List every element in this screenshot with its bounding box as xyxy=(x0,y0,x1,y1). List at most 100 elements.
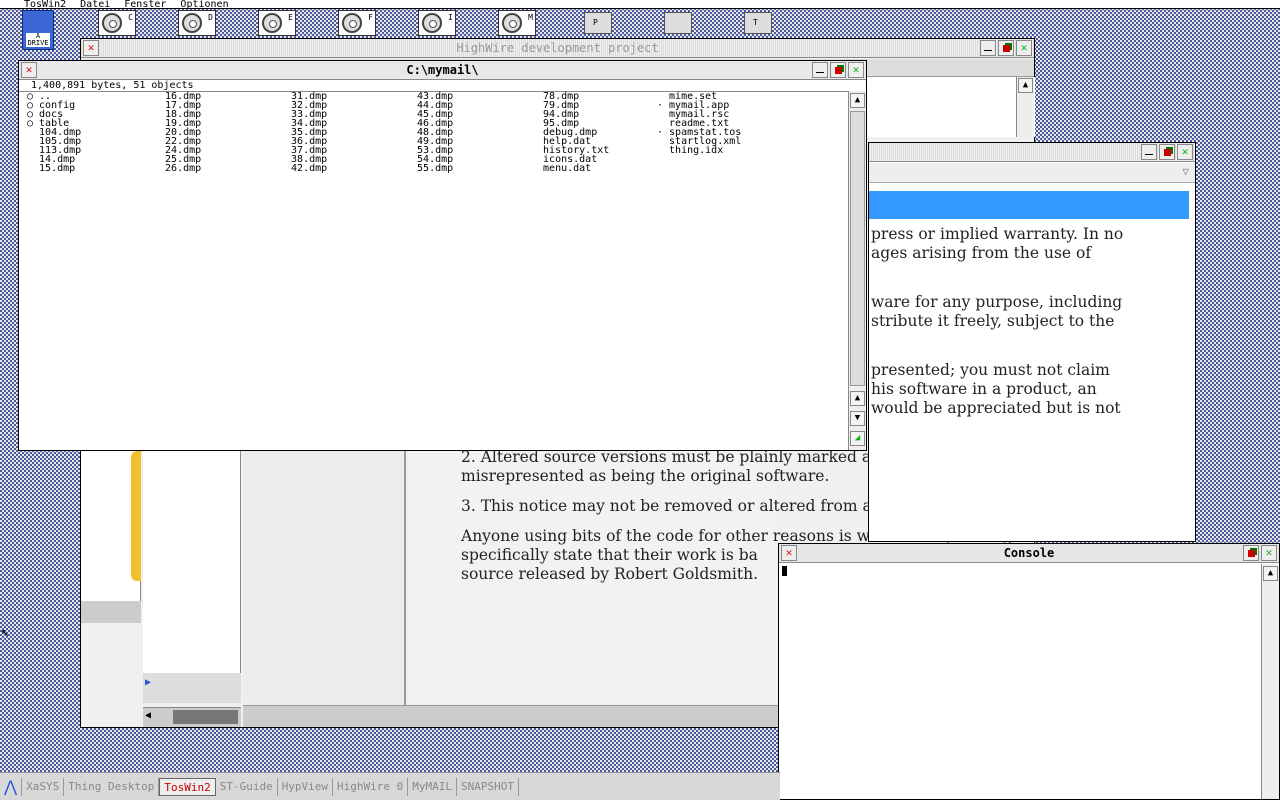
license-toolbar: ▽ xyxy=(869,163,1195,183)
taskbar-item[interactable]: ST-Guide xyxy=(216,777,278,796)
frame-nav: ▶ xyxy=(143,451,241,703)
printer-icon[interactable] xyxy=(664,12,692,34)
file-item[interactable]: 55.dmp xyxy=(405,164,531,174)
frame-nav-footer xyxy=(143,673,241,703)
iconify-all-icon[interactable] xyxy=(830,62,846,78)
file-item[interactable]: menu.dat xyxy=(531,164,657,174)
license-line: stribute it freely, subject to the xyxy=(871,312,1115,330)
file-item[interactable]: 15.dmp xyxy=(27,164,153,174)
highwire-titlebar[interactable]: HighWire development project xyxy=(81,39,1034,58)
scroll-up-icon[interactable]: ▲ xyxy=(1263,566,1278,581)
selection-bar xyxy=(869,191,1189,219)
taskbar: ⋀ XaSYS Thing Desktop TosWin2 ST-Guide HypVi… xyxy=(0,772,780,800)
scroll-down-icon[interactable]: ▼ xyxy=(850,411,865,426)
scroll-thumb[interactable] xyxy=(173,710,238,724)
hscroll-nav[interactable]: ◀ xyxy=(143,707,241,727)
iconify-icon[interactable] xyxy=(980,40,996,56)
taskbar-item[interactable]: XaSYS xyxy=(22,777,65,796)
scroll-up-icon[interactable]: ▲ xyxy=(1018,78,1033,93)
drive-letter: E xyxy=(288,13,293,22)
window-title: C:\mymail\ xyxy=(406,63,479,77)
frame-middle xyxy=(243,451,406,705)
license-line: press or implied warranty. In no xyxy=(871,225,1124,243)
taskbar-item[interactable]: MyMAIL xyxy=(408,777,458,796)
file-column: ○ .. ○ config ○ docs ○ table 104.dmp 105.dm… xyxy=(27,92,153,174)
file-column: 43.dmp 44.dmp 45.dmp 46.dmp 48.dmp 49.dm… xyxy=(405,92,531,174)
file-column: 16.dmp 17.dmp 18.dmp 19.dmp 20.dmp 22.dm… xyxy=(153,92,279,174)
menu-optionen[interactable]: Optionen xyxy=(180,0,228,8)
hard-disk-icon[interactable]: F xyxy=(338,10,376,36)
printer-icon[interactable]: P xyxy=(584,12,612,34)
vscroll-console[interactable]: ▲ xyxy=(1261,564,1279,799)
atari-logo-icon[interactable]: ⋀ xyxy=(0,777,23,796)
file-info: 1,400,891 bytes, 51 objects xyxy=(31,80,194,91)
taskbar-item[interactable]: HypView xyxy=(278,777,334,796)
iconify-icon[interactable] xyxy=(1141,144,1157,160)
console-titlebar[interactable]: Console xyxy=(779,544,1279,563)
drive-letter: I xyxy=(448,13,453,22)
fuller-icon[interactable]: ✕ xyxy=(848,62,864,78)
fuller-icon[interactable]: ✕ xyxy=(1261,545,1277,561)
window-title: Console xyxy=(1003,546,1055,560)
iconify-all-icon[interactable] xyxy=(998,40,1014,56)
drive-letter: T xyxy=(753,18,758,27)
file-column: 31.dmp 32.dmp 33.dmp 34.dmp 35.dmp 36.dm… xyxy=(279,92,405,174)
hard-disk-icon[interactable]: E xyxy=(258,10,296,36)
drive-letter: F xyxy=(368,13,373,22)
close-icon[interactable]: ✕ xyxy=(21,62,37,78)
fuller-icon[interactable]: ✕ xyxy=(1016,40,1032,56)
dropdown-icon[interactable]: ▽ xyxy=(1182,165,1189,178)
floppy-drive-icon[interactable]: A DRIVE xyxy=(22,10,54,50)
vscroll-file[interactable]: ▲ ▲ ▼ ◢ xyxy=(848,91,866,450)
drive-letter: D xyxy=(208,13,213,22)
mouse-pointer-icon: ↖ xyxy=(1,624,10,640)
logo-fragment xyxy=(131,451,141,581)
hard-disk-icon[interactable]: D xyxy=(178,10,216,36)
close-icon[interactable]: ✕ xyxy=(781,545,797,561)
taskbar-item[interactable]: Thing Desktop xyxy=(64,777,160,796)
menu-fenster[interactable]: Fenster xyxy=(124,0,166,8)
vscroll-top-right[interactable]: ▲ xyxy=(1016,77,1034,137)
iconify-all-icon[interactable] xyxy=(1243,545,1259,561)
file-item[interactable]: thing.idx xyxy=(657,146,783,156)
menu-toswin2[interactable]: TosWin2 xyxy=(24,0,66,8)
file-column: 78.dmp 79.dmp 94.dmp 95.dmp debug.dmp he… xyxy=(531,92,657,174)
hscroll-main[interactable] xyxy=(243,705,778,727)
license-window: ✕ ▽ press or implied warranty. In no age… xyxy=(868,142,1196,542)
license-line: ware for any purpose, including xyxy=(871,293,1123,311)
menu-datei[interactable]: Datei xyxy=(80,0,110,8)
license-line: would be appreciated but is not xyxy=(871,399,1121,417)
taskbar-item[interactable]: HighWire 0 xyxy=(333,777,409,796)
iconify-all-icon[interactable] xyxy=(1159,144,1175,160)
drive-letter: C xyxy=(128,13,133,22)
scroll-up-icon[interactable]: ▲ xyxy=(850,93,865,108)
scroll-left-icon[interactable]: ◀ xyxy=(145,710,151,721)
resize-icon[interactable]: ◢ xyxy=(850,431,865,446)
fuller-icon[interactable]: ✕ xyxy=(1177,144,1193,160)
desktop: { "menubar": {"items": ["TosWin2", "Date… xyxy=(0,0,1280,800)
file-titlebar[interactable]: C:\mymail\ xyxy=(19,61,866,80)
scroll-thumb[interactable] xyxy=(850,111,865,386)
scroll-up-icon[interactable]: ▲ xyxy=(850,391,865,406)
drive-caption: DRIVE xyxy=(27,39,49,47)
play-icon[interactable]: ▶ xyxy=(145,677,151,688)
window-title: HighWire development project xyxy=(456,41,659,55)
file-column: mime.set · mymail.app mymail.rsc readme.t… xyxy=(657,92,783,173)
license-line: his software in a product, an xyxy=(871,380,1097,398)
text-cursor xyxy=(782,566,787,576)
frame-left-bottom xyxy=(81,601,141,623)
file-item[interactable]: 42.dmp xyxy=(279,164,405,174)
taskbar-item[interactable]: SNAPSHOT xyxy=(457,777,520,796)
hard-disk-icon[interactable]: M xyxy=(498,10,536,36)
clipboard-icon[interactable]: T xyxy=(744,12,772,34)
license-line: ages arising from the use of xyxy=(871,244,1092,262)
hard-disk-icon[interactable]: I xyxy=(418,10,456,36)
close-icon[interactable]: ✕ xyxy=(83,40,99,56)
drive-letter: M xyxy=(528,13,533,22)
hard-disk-icon[interactable]: C xyxy=(98,10,136,36)
taskbar-item[interactable]: TosWin2 xyxy=(159,777,216,796)
iconify-icon[interactable] xyxy=(812,62,828,78)
file-list: ○ .. ○ config ○ docs ○ table 104.dmp 105.dm… xyxy=(27,92,783,174)
file-item[interactable]: 26.dmp xyxy=(153,164,279,174)
console-window: Console ✕ ✕ ▲ xyxy=(778,543,1280,800)
